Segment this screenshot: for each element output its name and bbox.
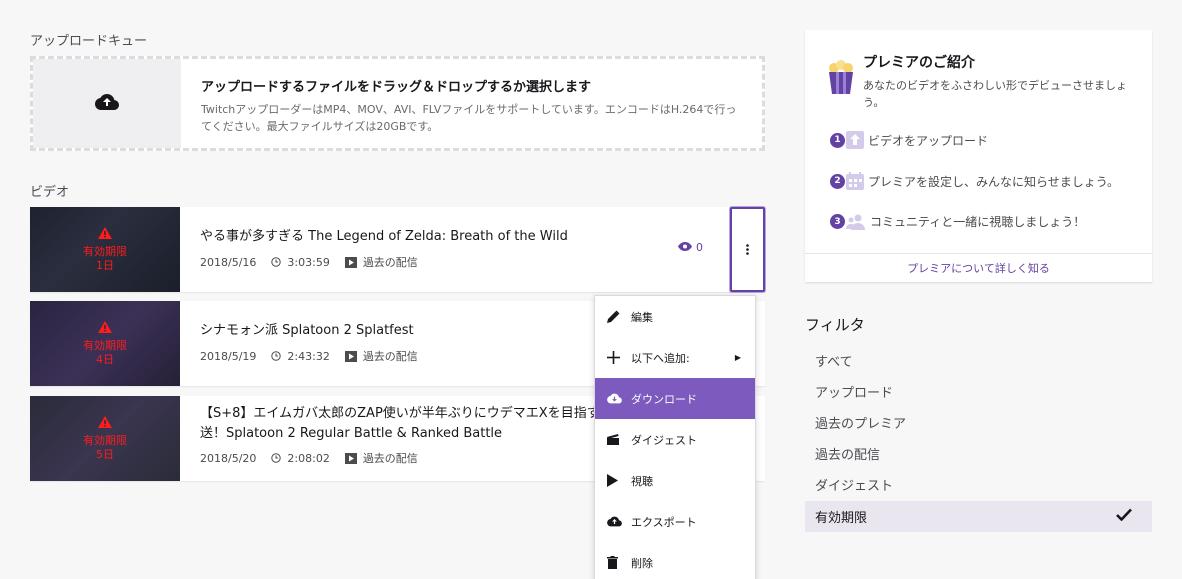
premiere-title: プレミアのご紹介 bbox=[863, 55, 975, 71]
clock-icon bbox=[271, 351, 282, 361]
expiry-days: 4日 bbox=[96, 352, 114, 366]
videos-heading: ビデオ bbox=[30, 185, 70, 200]
calendar-icon bbox=[846, 172, 864, 190]
video-row[interactable]: 有効期限 1日 やる事が多すぎる The Legend of Zelda: Br… bbox=[30, 207, 765, 292]
video-thumbnail[interactable]: 有効期限 5日 bbox=[30, 396, 180, 481]
step-number: 1 bbox=[830, 132, 845, 148]
video-duration: 2:43:32 bbox=[287, 349, 330, 363]
play-icon bbox=[607, 474, 631, 487]
premiere-step: 3 コミュニティと一緒に視聴しましょう！ bbox=[830, 213, 1085, 230]
step-text: プレミアを設定し、みんなに知らせましょう。 bbox=[868, 174, 1120, 189]
premiere-step: 1 ビデオをアップロード bbox=[830, 131, 988, 149]
trash-icon bbox=[607, 556, 631, 569]
video-duration: 2:08:02 bbox=[287, 451, 330, 465]
video-type-icon bbox=[344, 256, 357, 268]
menu-item-delete[interactable]: 削除 bbox=[595, 542, 755, 579]
video-type: 過去の配信 bbox=[362, 256, 418, 269]
menu-item-watch[interactable]: 視聴 bbox=[595, 460, 755, 501]
filter-item-label: 有効期限 bbox=[815, 511, 868, 526]
community-icon bbox=[846, 214, 866, 230]
video-date: 2018/5/19 bbox=[200, 349, 257, 363]
upload-arrow-icon bbox=[846, 131, 864, 149]
download-icon bbox=[607, 393, 631, 404]
warning-icon bbox=[98, 226, 112, 243]
menu-item-add-to[interactable]: 以下へ追加: ▶ bbox=[595, 337, 755, 378]
premiere-subtitle: あなたのビデオをふさわしい形でデビューさせましょう。 bbox=[863, 79, 1127, 109]
filter-item-highlights[interactable]: ダイジェスト bbox=[805, 469, 1152, 500]
video-type: 過去の配信 bbox=[362, 452, 418, 465]
step-number: 2 bbox=[830, 173, 845, 189]
menu-item-highlight[interactable]: ダイジェスト bbox=[595, 419, 755, 460]
video-thumbnail[interactable]: 有効期限 1日 bbox=[30, 207, 180, 292]
filter-item-label: 過去の配信 bbox=[815, 448, 881, 463]
expiry-label: 有効期限 bbox=[83, 338, 127, 352]
filter-item-label: ダイジェスト bbox=[815, 479, 894, 494]
warning-icon bbox=[98, 320, 112, 337]
filter-item-all[interactable]: すべて bbox=[805, 345, 1152, 376]
filter-item-expiring[interactable]: 有効期限 bbox=[805, 501, 1152, 532]
upload-dropzone[interactable]: アップロードするファイルをドラッグ＆ドロップするか選択します Twitchアップ… bbox=[30, 56, 765, 151]
menu-item-label: 視聴 bbox=[631, 474, 653, 488]
upload-description: TwitchアップローダーはMP4、MOV、AVI、FLVファイルをサポートして… bbox=[201, 103, 737, 133]
step-text: ビデオをアップロード bbox=[868, 133, 989, 148]
filter-item-past-broadcasts[interactable]: 過去の配信 bbox=[805, 438, 1152, 469]
menu-item-download[interactable]: ダウンロード bbox=[595, 378, 755, 419]
step-text: コミュニティと一緒に視聴しましょう！ bbox=[870, 215, 1086, 229]
expiry-label: 有効期限 bbox=[83, 433, 127, 447]
step-number: 3 bbox=[830, 214, 845, 229]
menu-item-label: ダイジェスト bbox=[631, 433, 697, 447]
warning-icon bbox=[98, 415, 112, 432]
filter-heading: フィルタ bbox=[805, 316, 865, 334]
cloud-upload-icon bbox=[95, 93, 119, 115]
menu-item-label: 編集 bbox=[631, 310, 653, 324]
video-title[interactable]: やる事が多すぎる The Legend of Zelda: Breath of … bbox=[200, 227, 745, 247]
menu-item-label: 削除 bbox=[631, 556, 653, 570]
video-type-icon bbox=[344, 350, 357, 362]
premiere-step: 2 プレミアを設定し、みんなに知らせましょう。 bbox=[830, 172, 1119, 190]
filter-item-past-premieres[interactable]: 過去のプレミア bbox=[805, 407, 1152, 438]
expiry-days: 1日 bbox=[96, 258, 114, 272]
popcorn-icon bbox=[827, 60, 855, 111]
video-context-menu: 編集 以下へ追加: ▶ ダウンロード ダイジェスト 視聴 エクスポート 削除 bbox=[594, 295, 756, 579]
video-date: 2018/5/16 bbox=[200, 255, 257, 269]
filter-item-uploads[interactable]: アップロード bbox=[805, 376, 1152, 407]
checkmark-icon bbox=[1116, 508, 1132, 525]
more-options-button[interactable] bbox=[730, 207, 765, 292]
filter-item-label: アップロード bbox=[815, 386, 894, 401]
upload-title: アップロードするファイルをドラッグ＆ドロップするか選択します bbox=[201, 80, 592, 95]
filter-item-label: すべて bbox=[815, 355, 853, 370]
menu-item-label: エクスポート bbox=[631, 515, 697, 529]
menu-item-label: ダウンロード bbox=[631, 392, 697, 406]
kebab-icon bbox=[746, 240, 749, 259]
upload-queue-heading: アップロードキュー bbox=[30, 34, 148, 49]
premiere-intro-card: プレミアのご紹介 あなたのビデオをふさわしい形でデビューさせましょう。 1 ビデ… bbox=[805, 30, 1152, 282]
submenu-arrow-icon: ▶ bbox=[734, 353, 741, 362]
premiere-learn-more-link[interactable]: プレミアについて詳しく知る bbox=[805, 253, 1152, 282]
video-type-icon bbox=[344, 452, 357, 464]
menu-item-edit[interactable]: 編集 bbox=[595, 296, 755, 337]
filter-item-label: 過去のプレミア bbox=[815, 417, 907, 432]
upload-icon bbox=[607, 516, 631, 527]
clock-icon bbox=[271, 257, 282, 267]
upload-icon-area[interactable] bbox=[33, 59, 181, 148]
expiry-days: 5日 bbox=[96, 447, 114, 461]
video-title-line: 【S+8】エイムガバ太郎のZAP使いが半年ぶりにウデマエXを目指す bbox=[200, 406, 595, 421]
video-thumbnail[interactable]: 有効期限 4日 bbox=[30, 301, 180, 386]
pencil-icon bbox=[607, 310, 631, 323]
clapper-icon bbox=[607, 434, 631, 445]
menu-item-label: 以下へ追加: bbox=[631, 351, 690, 365]
plus-icon bbox=[607, 351, 631, 364]
video-duration: 3:03:59 bbox=[287, 255, 330, 269]
menu-item-export[interactable]: エクスポート bbox=[595, 501, 755, 542]
expiry-label: 有効期限 bbox=[83, 244, 127, 258]
video-type: 過去の配信 bbox=[362, 350, 418, 363]
view-count: 0 bbox=[678, 241, 703, 254]
view-count-value: 0 bbox=[696, 241, 703, 254]
video-date: 2018/5/20 bbox=[200, 451, 257, 465]
clock-icon bbox=[271, 453, 282, 463]
eye-icon bbox=[678, 241, 692, 254]
